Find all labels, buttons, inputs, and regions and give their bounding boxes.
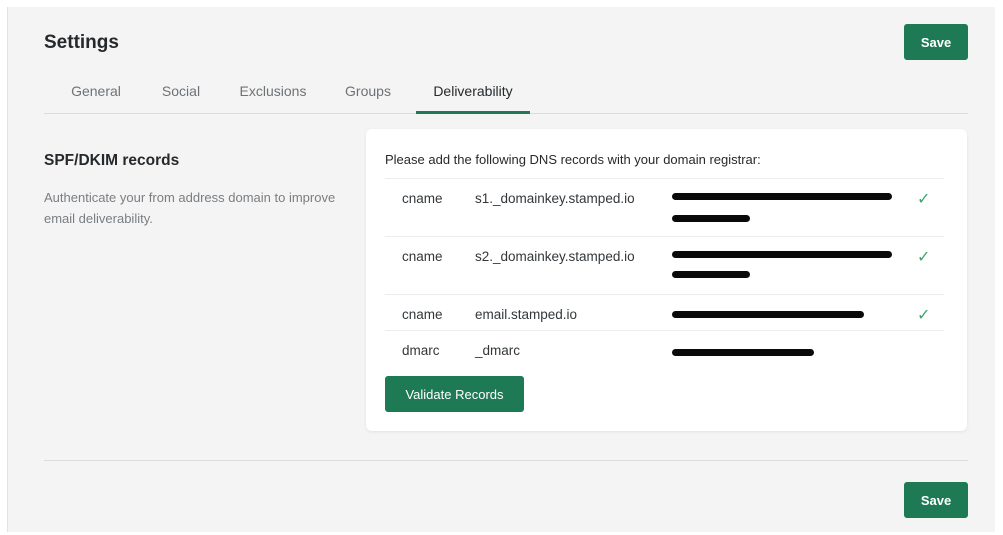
validate-records-button[interactable]: Validate Records (385, 376, 524, 412)
record-type: cname (402, 191, 443, 206)
dns-intro-text: Please add the following DNS records wit… (385, 152, 761, 167)
tab-general[interactable]: General (61, 69, 131, 112)
record-host: _dmarc (475, 343, 521, 358)
dns-records-card: Please add the following DNS records wit… (366, 129, 967, 431)
tab-deliverability[interactable]: Deliverability (416, 69, 530, 114)
record-type: cname (402, 307, 443, 322)
record-host: s1._domainkey.stamped.io (475, 191, 635, 206)
checkmark-icon: ✓ (917, 191, 931, 208)
tab-social[interactable]: Social (153, 69, 209, 112)
tab-groups[interactable]: Groups (340, 69, 396, 112)
tab-exclusions[interactable]: Exclusions (233, 69, 313, 112)
record-value-redacted (672, 307, 892, 321)
record-value-redacted (672, 249, 892, 285)
section-description: Authenticate your from address domain to… (44, 190, 336, 226)
page-title: Settings (44, 32, 119, 53)
record-type: dmarc (402, 343, 440, 358)
save-button-bottom[interactable]: Save (904, 482, 968, 518)
record-value-redacted (672, 191, 892, 227)
save-button-top[interactable]: Save (904, 24, 968, 60)
checkmark-icon: ✓ (917, 249, 931, 266)
dns-record-row: cname s2._domainkey.stamped.io ✓ (385, 236, 944, 295)
record-type: cname (402, 249, 443, 264)
footer-divider (44, 460, 968, 461)
dns-record-row: dmarc _dmarc (385, 330, 944, 367)
record-host: s2._domainkey.stamped.io (475, 249, 635, 264)
settings-panel: Settings Save General Social Exclusions … (7, 7, 995, 532)
dns-record-row: cname s1._domainkey.stamped.io ✓ (385, 178, 944, 237)
settings-tabs: General Social Exclusions Groups Deliver… (44, 69, 968, 114)
dns-record-row: cname email.stamped.io ✓ (385, 294, 944, 331)
checkmark-icon: ✓ (917, 307, 931, 324)
record-host: email.stamped.io (475, 307, 578, 322)
section-title: SPF/DKIM records (44, 152, 180, 169)
record-value-redacted (672, 343, 892, 357)
